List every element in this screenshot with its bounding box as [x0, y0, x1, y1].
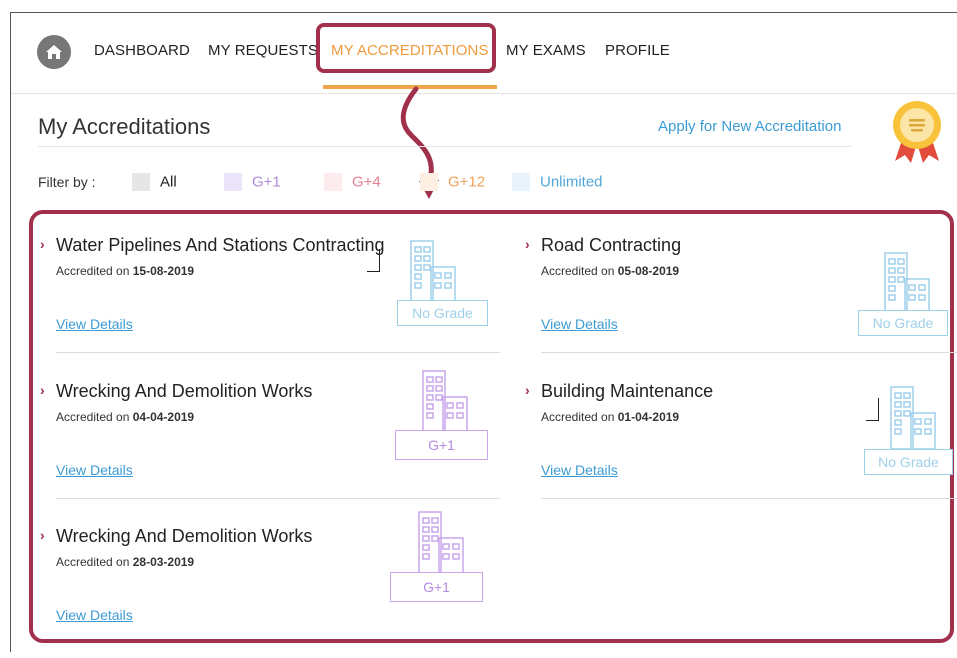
corner-mark	[367, 249, 380, 272]
filter-swatch	[224, 173, 242, 192]
chevron-right-icon: ›	[525, 236, 530, 252]
accreditation-title: Building Maintenance	[541, 381, 714, 401]
filter-g4-label: G+4	[352, 173, 381, 191]
title-divider	[38, 146, 851, 147]
home-button[interactable]	[37, 35, 71, 69]
chevron-right-icon: ›	[40, 382, 45, 398]
card-divider	[541, 352, 957, 353]
grade-badge: No Grade	[864, 449, 953, 475]
filter-all[interactable]: All	[132, 173, 177, 192]
view-details-link[interactable]: View Details	[541, 316, 618, 332]
filter-g1-label: G+1	[252, 173, 281, 191]
grade-badge: No Grade	[858, 310, 948, 336]
app-frame: DASHBOARD MY REQUESTS MY ACCREDITATIONS …	[10, 12, 957, 652]
nav-my-requests[interactable]: MY REQUESTS	[208, 42, 318, 59]
grade-badge: G+1	[390, 572, 483, 602]
page-title: My Accreditations	[38, 114, 211, 139]
card-divider	[541, 498, 957, 499]
filter-g12-label: G+12	[448, 173, 486, 191]
accreditation-title: Wrecking And Demolition Works	[56, 381, 313, 401]
nav-profile[interactable]: PROFILE	[605, 42, 670, 59]
building-icon	[422, 370, 468, 434]
accreditation-title: Water Pipelines And Stations Contracting	[56, 235, 385, 255]
filter-swatch	[132, 173, 150, 192]
corner-mark	[866, 398, 879, 421]
filter-swatch	[324, 173, 342, 192]
building-icon	[418, 511, 464, 575]
chevron-right-icon: ›	[40, 527, 45, 543]
accreditation-date: Accredited on 01-04-2019	[541, 410, 680, 424]
home-icon	[46, 45, 62, 59]
grade-badge: No Grade	[397, 300, 488, 326]
accreditation-date: Accredited on 28-03-2019	[56, 555, 195, 569]
building-icon	[884, 252, 930, 316]
view-details-link[interactable]: View Details	[56, 316, 133, 332]
top-nav: DASHBOARD MY REQUESTS MY ACCREDITATIONS …	[11, 13, 957, 94]
filter-g4[interactable]: G+4	[324, 173, 381, 192]
nav-dashboard[interactable]: DASHBOARD	[94, 42, 190, 59]
filter-unlimited[interactable]: Unlimited	[512, 173, 603, 192]
filter-swatch	[420, 173, 438, 192]
view-details-link[interactable]: View Details	[56, 462, 133, 478]
building-icon	[890, 386, 936, 450]
accreditation-date: Accredited on 15-08-2019	[56, 264, 195, 278]
filter-g1[interactable]: G+1	[224, 173, 281, 192]
accreditation-title: Wrecking And Demolition Works	[56, 526, 313, 546]
chevron-right-icon: ›	[40, 236, 45, 252]
accreditation-date: Accredited on 04-04-2019	[56, 410, 195, 424]
accreditation-title: Road Contracting	[541, 235, 682, 255]
filter-swatch	[512, 173, 530, 192]
card-divider	[56, 352, 500, 353]
grade-badge: G+1	[395, 430, 488, 460]
filter-all-label: All	[160, 173, 177, 191]
apply-new-accreditation-link[interactable]: Apply for New Accreditation	[658, 118, 841, 135]
view-details-link[interactable]: View Details	[56, 607, 133, 623]
medal-icon	[893, 101, 941, 163]
building-icon	[410, 240, 456, 304]
filter-unlimited-label: Unlimited	[540, 173, 603, 191]
view-details-link[interactable]: View Details	[541, 462, 618, 478]
chevron-right-icon: ›	[525, 382, 530, 398]
filter-label: Filter by :	[38, 174, 96, 190]
accreditation-date: Accredited on 05-08-2019	[541, 264, 680, 278]
nav-my-exams[interactable]: MY EXAMS	[506, 42, 586, 59]
card-divider	[56, 498, 500, 499]
filter-g12[interactable]: G+12	[420, 173, 486, 192]
active-tab-highlight	[316, 23, 496, 73]
